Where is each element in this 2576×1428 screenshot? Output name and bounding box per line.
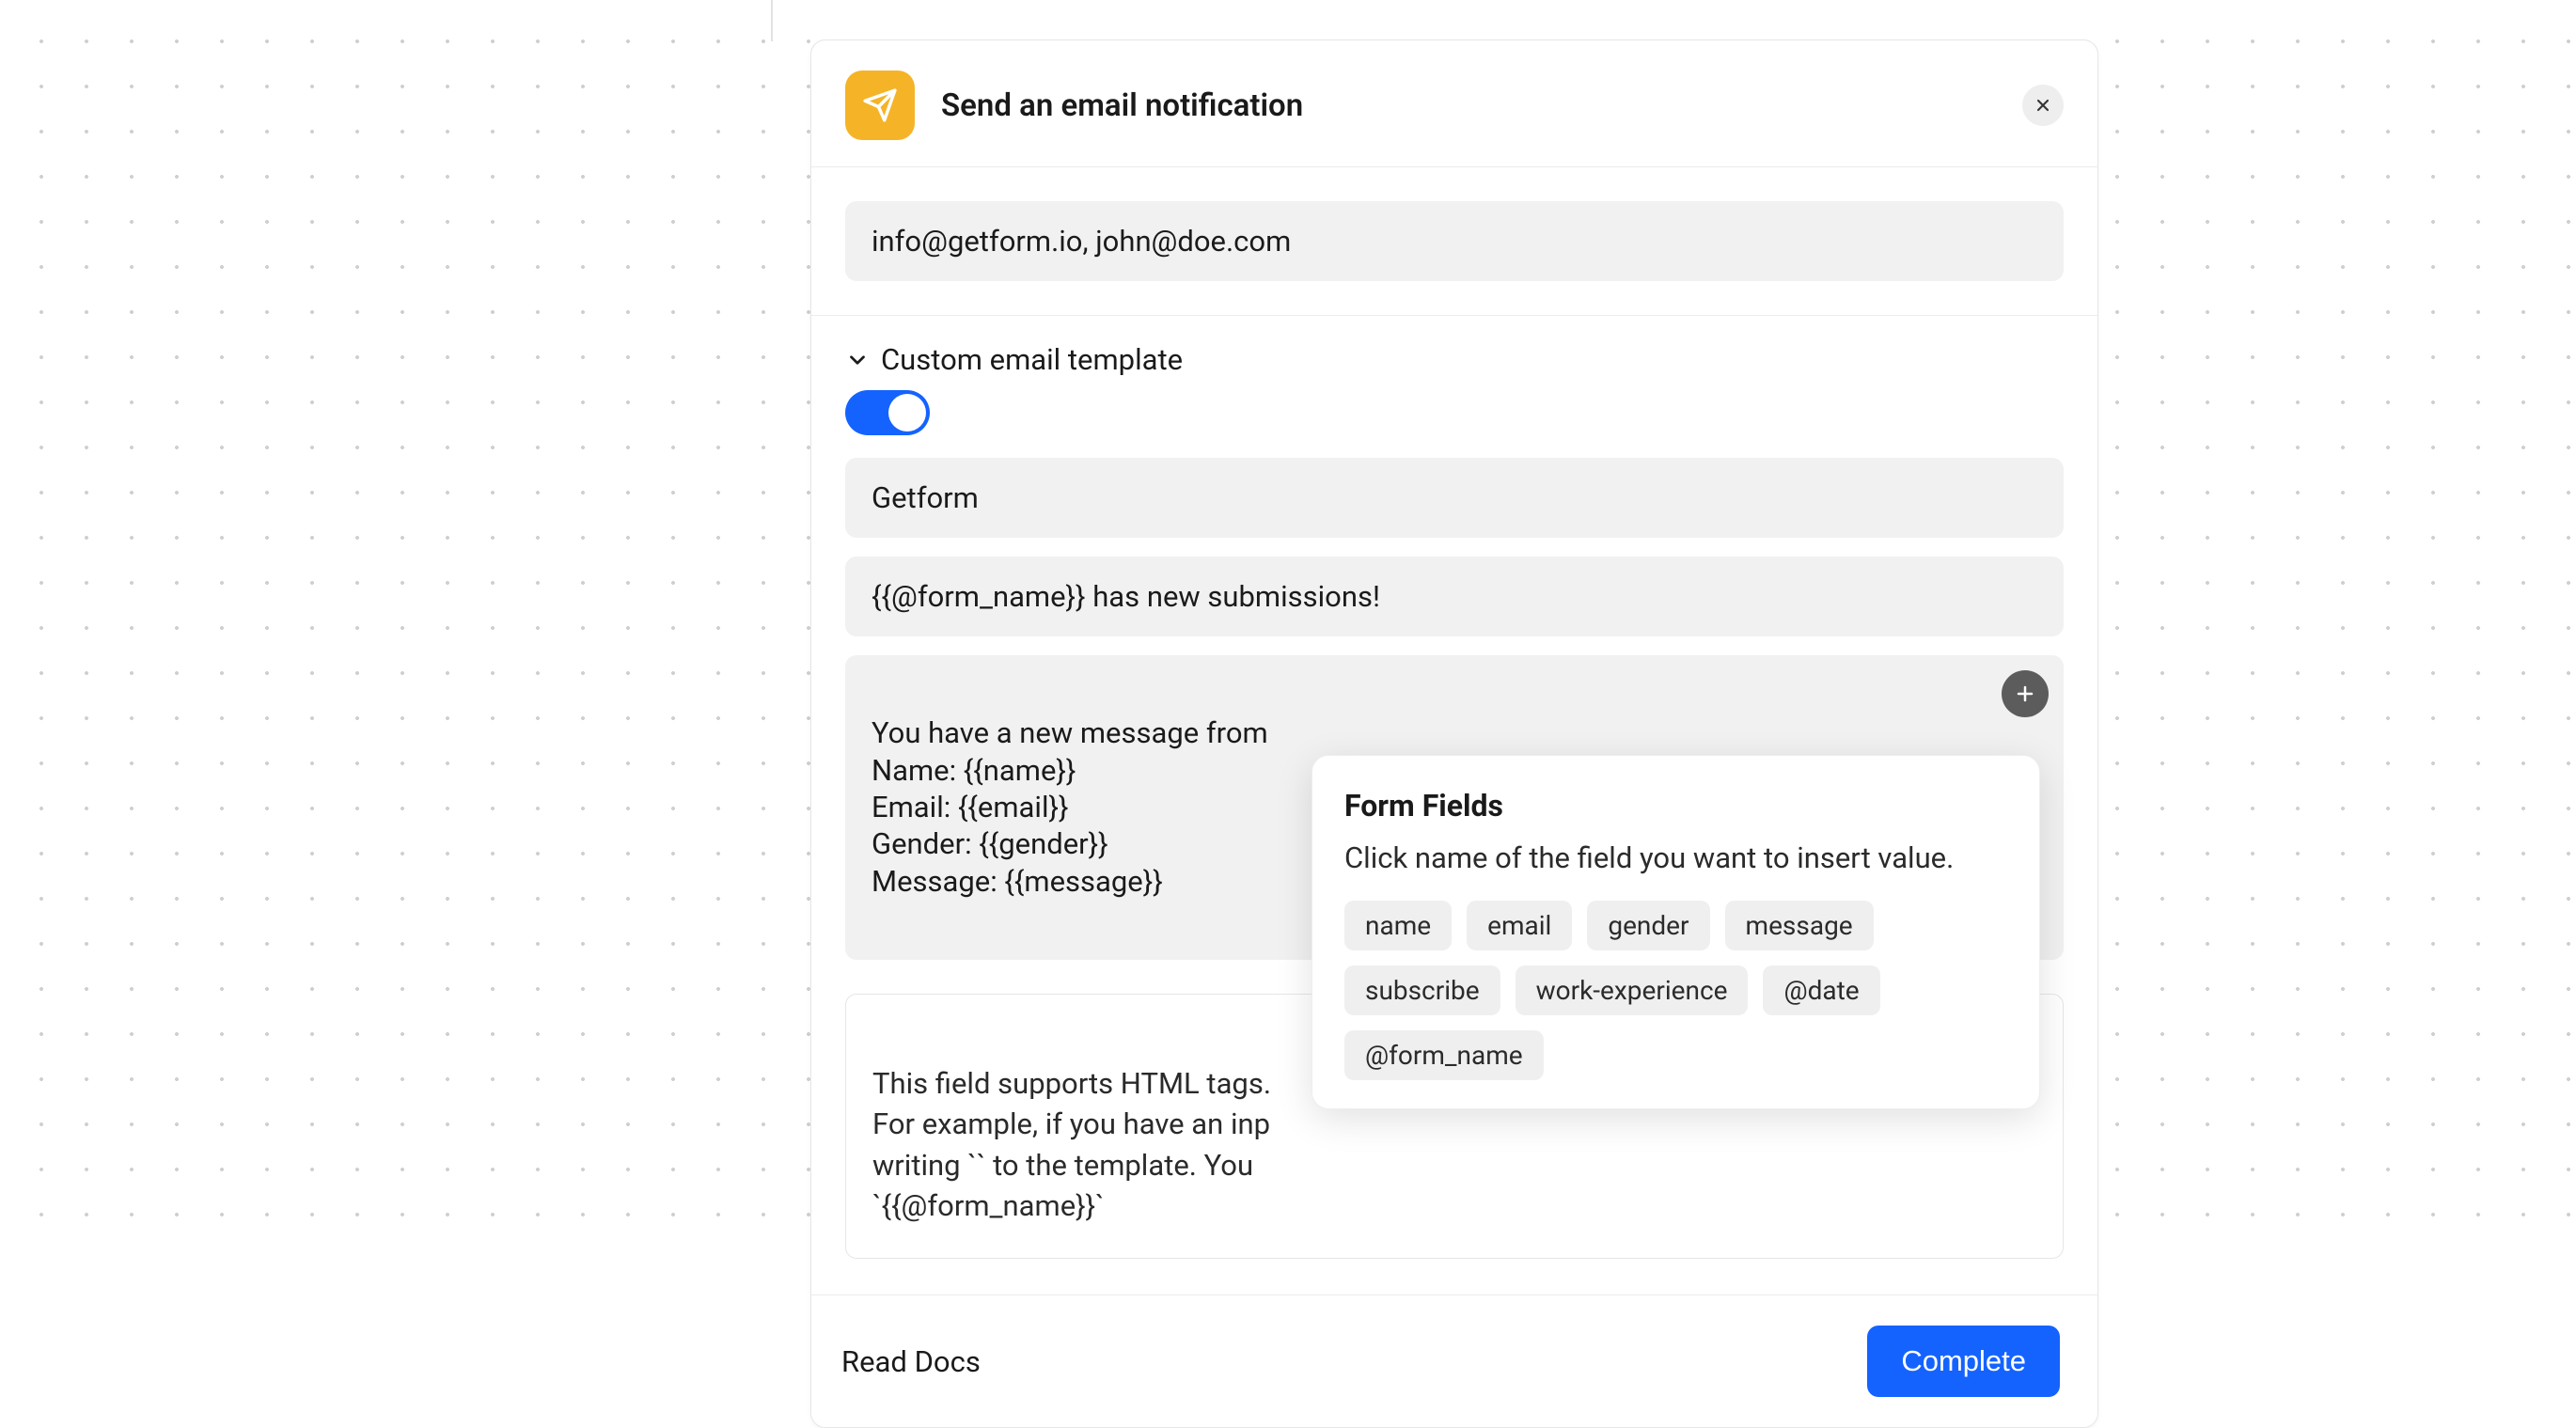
- read-docs-link[interactable]: Read Docs: [841, 1344, 981, 1379]
- field-chips-container: name email gender message subscribe work…: [1344, 901, 2007, 1080]
- field-chip-work-experience[interactable]: work-experience: [1516, 965, 1749, 1015]
- field-chip-form-name[interactable]: @form_name: [1344, 1030, 1544, 1080]
- plus-icon: [2014, 683, 2036, 705]
- custom-template-label: Custom email template: [881, 342, 1183, 377]
- field-chip-date[interactable]: @date: [1763, 965, 1879, 1015]
- from-name-input[interactable]: [845, 458, 2064, 538]
- popover-description: Click name of the field you want to inse…: [1344, 839, 2007, 878]
- form-fields-popover: Form Fields Click name of the field you …: [1312, 755, 2040, 1109]
- panel-title: Send an email notification: [941, 87, 2022, 124]
- recipients-section: [811, 167, 2097, 316]
- chevron-down-icon: [845, 348, 870, 372]
- field-chip-email[interactable]: email: [1467, 901, 1572, 950]
- field-chip-subscribe[interactable]: subscribe: [1344, 965, 1500, 1015]
- panel-footer: Read Docs Complete: [811, 1295, 2097, 1427]
- custom-template-collapse[interactable]: Custom email template: [845, 342, 2064, 377]
- recipients-input[interactable]: [845, 201, 2064, 281]
- field-chip-gender[interactable]: gender: [1587, 901, 1709, 950]
- field-chip-name[interactable]: name: [1344, 901, 1452, 950]
- panel-header: Send an email notification: [811, 40, 2097, 167]
- close-icon: [2034, 96, 2052, 115]
- popover-title: Form Fields: [1344, 788, 2007, 824]
- insert-field-button[interactable]: [2002, 670, 2049, 717]
- field-chip-message[interactable]: message: [1725, 901, 1874, 950]
- connector-line: [771, 0, 773, 41]
- email-notification-panel: Send an email notification Custom email …: [810, 39, 2098, 1428]
- custom-template-toggle[interactable]: [845, 390, 930, 435]
- complete-button[interactable]: Complete: [1867, 1326, 2060, 1397]
- toggle-knob: [888, 394, 926, 432]
- subject-input[interactable]: [845, 557, 2064, 636]
- body-text: You have a new message from Name: {{name…: [872, 715, 1268, 898]
- send-icon: [845, 71, 915, 140]
- close-button[interactable]: [2022, 85, 2064, 126]
- help-text: This field supports HTML tags. For examp…: [872, 1066, 1271, 1223]
